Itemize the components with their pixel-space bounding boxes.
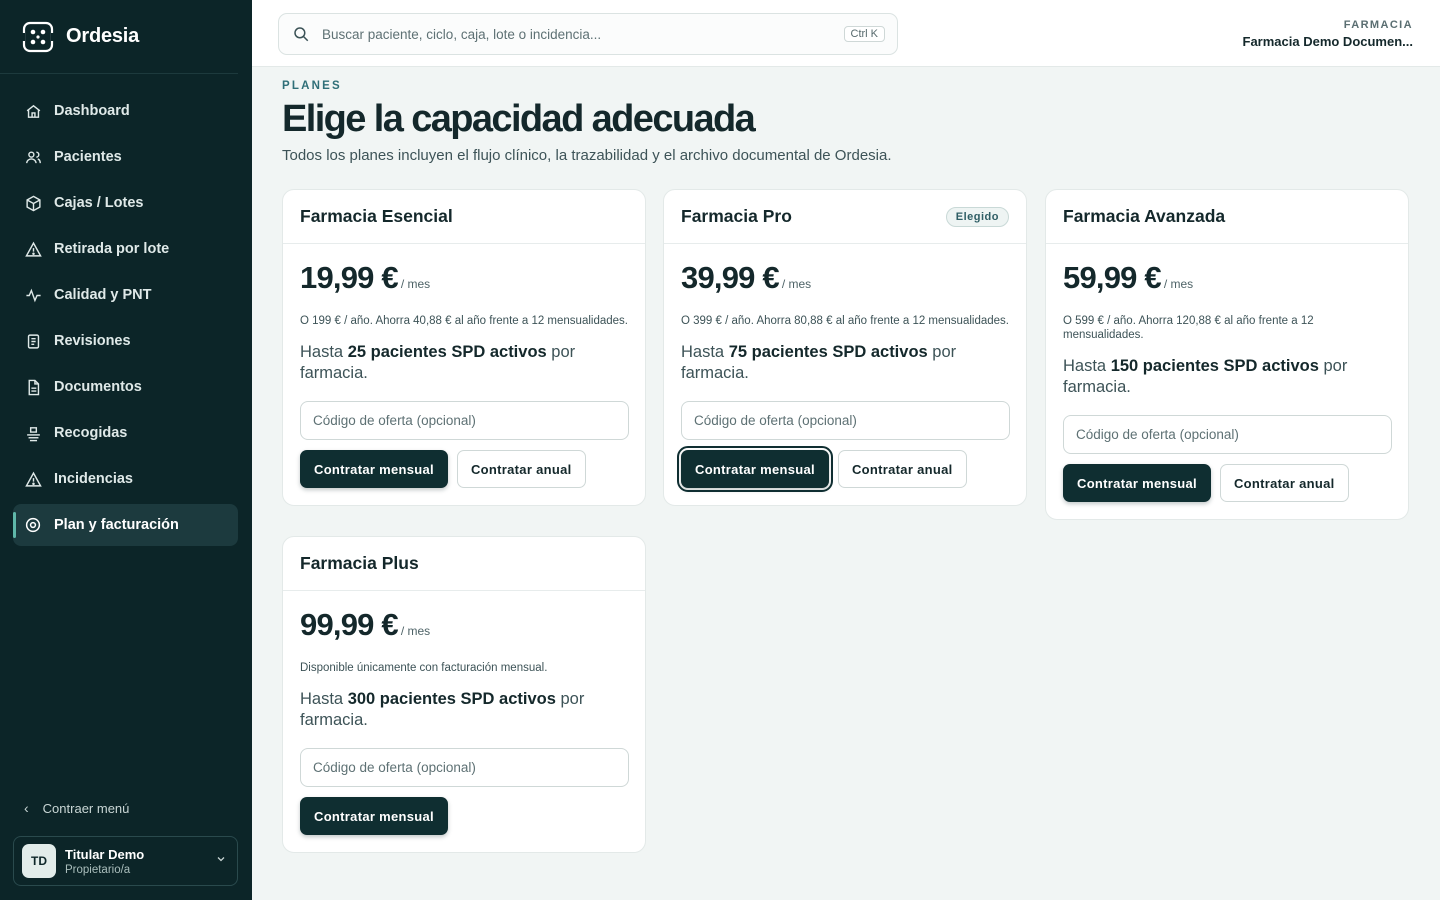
sidebar-item-label: Recogidas — [54, 425, 128, 441]
sidebar-item-plan-facturacion[interactable]: Plan y facturación — [13, 504, 238, 546]
alert-icon — [24, 470, 42, 488]
file-icon — [24, 378, 42, 396]
plan-capacity: Hasta 300 pacientes SPD activos por farm… — [300, 690, 585, 729]
plan-card-plus: Farmacia Plus 99,99 € / mes Disponible ú… — [282, 536, 646, 853]
pharmacy-label: FARMACIA — [1343, 19, 1413, 31]
sidebar-item-retirada-por-lote[interactable]: Retirada por lote — [13, 228, 238, 270]
contract-monthly-button[interactable]: Contratar mensual — [300, 450, 448, 488]
offer-code-input[interactable] — [300, 748, 629, 787]
clipboard-icon — [24, 332, 42, 350]
shortcut-hint: Ctrl K — [843, 26, 885, 42]
plan-annual-note: O 399 € / año. Ahorra 80,88 € al año fre… — [681, 315, 1009, 327]
user-name: Titular Demo — [65, 846, 145, 862]
plan-card-esencial: Farmacia Esencial 19,99 € / mes O 199 € … — [282, 189, 646, 506]
sidebar-item-calidad-pnt[interactable]: Calidad y PNT — [13, 274, 238, 316]
contract-monthly-button[interactable]: Contratar mensual — [677, 446, 833, 492]
sidebar-item-label: Revisiones — [54, 333, 131, 349]
avatar: TD — [22, 844, 56, 878]
plan-period: / mes — [400, 624, 431, 638]
contract-monthly-button[interactable]: Contratar mensual — [1063, 464, 1211, 502]
collapse-menu-button[interactable]: ‹ Contraer menú — [24, 800, 129, 816]
pharmacy-name: Farmacia Demo Documen... — [1242, 34, 1414, 49]
chevron-down-icon — [215, 852, 227, 870]
plan-price: 99,99 € — [300, 607, 399, 642]
sidebar-item-label: Pacientes — [54, 149, 122, 165]
home-icon — [24, 102, 42, 120]
sidebar-item-revisiones[interactable]: Revisiones — [13, 320, 238, 362]
users-icon — [24, 148, 42, 166]
sidebar-nav: Dashboard Pacientes Cajas / Lotes Retira… — [13, 90, 238, 550]
user-role: Propietario/a — [65, 863, 131, 876]
sidebar-item-incidencias[interactable]: Incidencias — [13, 458, 238, 500]
plan-capacity: Hasta 25 pacientes SPD activos por farma… — [300, 343, 576, 382]
sidebar-item-dashboard[interactable]: Dashboard — [13, 90, 238, 132]
search-input[interactable] — [322, 26, 844, 42]
plan-period: / mes — [1163, 277, 1194, 291]
sidebar: Ordesia Dashboard Pacientes Cajas / Lote… — [0, 0, 252, 900]
user-menu[interactable]: TD Titular Demo Propietario/a — [13, 836, 238, 886]
box-icon — [24, 194, 42, 212]
chevron-left-icon: ‹ — [24, 800, 29, 816]
plan-annual-note: O 599 € / año. Ahorra 120,88 € al año fr… — [1063, 315, 1314, 341]
sidebar-item-label: Retirada por lote — [54, 241, 170, 257]
collapse-menu-label: Contraer menú — [42, 800, 130, 816]
search-bar[interactable]: Ctrl K — [278, 13, 898, 55]
plan-price: 19,99 € — [300, 260, 399, 295]
plan-card-pro: Farmacia Pro Elegido 39,99 € / mes O 399… — [663, 189, 1027, 506]
plan-name: Farmacia Esencial — [300, 206, 453, 226]
plan-period: / mes — [781, 277, 812, 291]
warning-icon — [24, 240, 42, 258]
sidebar-item-cajas-lotes[interactable]: Cajas / Lotes — [13, 182, 238, 224]
contract-monthly-button[interactable]: Contratar mensual — [300, 797, 448, 835]
gear-icon — [24, 516, 42, 534]
sidebar-item-label: Cajas / Lotes — [54, 195, 144, 211]
offer-code-input[interactable] — [681, 401, 1010, 440]
pickup-icon — [24, 424, 42, 442]
sidebar-item-documentos[interactable]: Documentos — [13, 366, 238, 408]
plan-annual-note: O 199 € / año. Ahorra 40,88 € al año fre… — [300, 315, 628, 327]
plan-annual-note: Disponible únicamente con facturación me… — [300, 662, 548, 674]
plan-price: 59,99 € — [1063, 260, 1162, 295]
sidebar-item-label: Plan y facturación — [54, 517, 179, 533]
plan-card-avanzada: Farmacia Avanzada 59,99 € / mes O 599 € … — [1045, 189, 1409, 520]
page-eyebrow: PLANES — [282, 80, 342, 92]
page-subtitle: Todos los planes incluyen el flujo clíni… — [282, 147, 892, 164]
status-badge: Elegido — [945, 206, 1009, 227]
contract-annual-button[interactable]: Contratar anual — [837, 450, 967, 488]
ordesia-logo-icon — [21, 20, 55, 54]
pharmacy-selector[interactable]: FARMACIA Farmacia Demo Documen... — [1243, 19, 1414, 49]
plan-capacity: Hasta 150 pacientes SPD activos por farm… — [1063, 357, 1348, 396]
plan-capacity: Hasta 75 pacientes SPD activos por farma… — [681, 343, 957, 382]
sidebar-item-label: Dashboard — [54, 103, 130, 119]
contract-annual-button[interactable]: Contratar anual — [456, 450, 586, 488]
search-icon — [292, 25, 310, 43]
plan-name: Farmacia Pro — [681, 206, 792, 226]
sidebar-item-recogidas[interactable]: Recogidas — [13, 412, 238, 454]
activity-icon — [24, 286, 42, 304]
plan-period: / mes — [400, 277, 431, 291]
page-title: Elige la capacidad adecuada — [282, 98, 756, 140]
plan-price: 39,99 € — [681, 260, 780, 295]
offer-code-input[interactable] — [1063, 415, 1392, 454]
offer-code-input[interactable] — [300, 401, 629, 440]
contract-annual-button[interactable]: Contratar anual — [1219, 464, 1349, 502]
sidebar-item-label: Documentos — [54, 379, 142, 395]
brand[interactable]: Ordesia — [0, 0, 238, 74]
sidebar-item-label: Incidencias — [54, 471, 133, 487]
plan-name: Farmacia Plus — [300, 553, 419, 573]
topbar: Ctrl K FARMACIA Farmacia Demo Documen... — [252, 0, 1440, 67]
sidebar-item-label: Calidad y PNT — [54, 287, 152, 303]
main-content: PLANES Elige la capacidad adecuada Todos… — [282, 67, 1412, 853]
brand-name: Ordesia — [66, 25, 140, 47]
plan-name: Farmacia Avanzada — [1063, 206, 1226, 226]
sidebar-item-pacientes[interactable]: Pacientes — [13, 136, 238, 178]
